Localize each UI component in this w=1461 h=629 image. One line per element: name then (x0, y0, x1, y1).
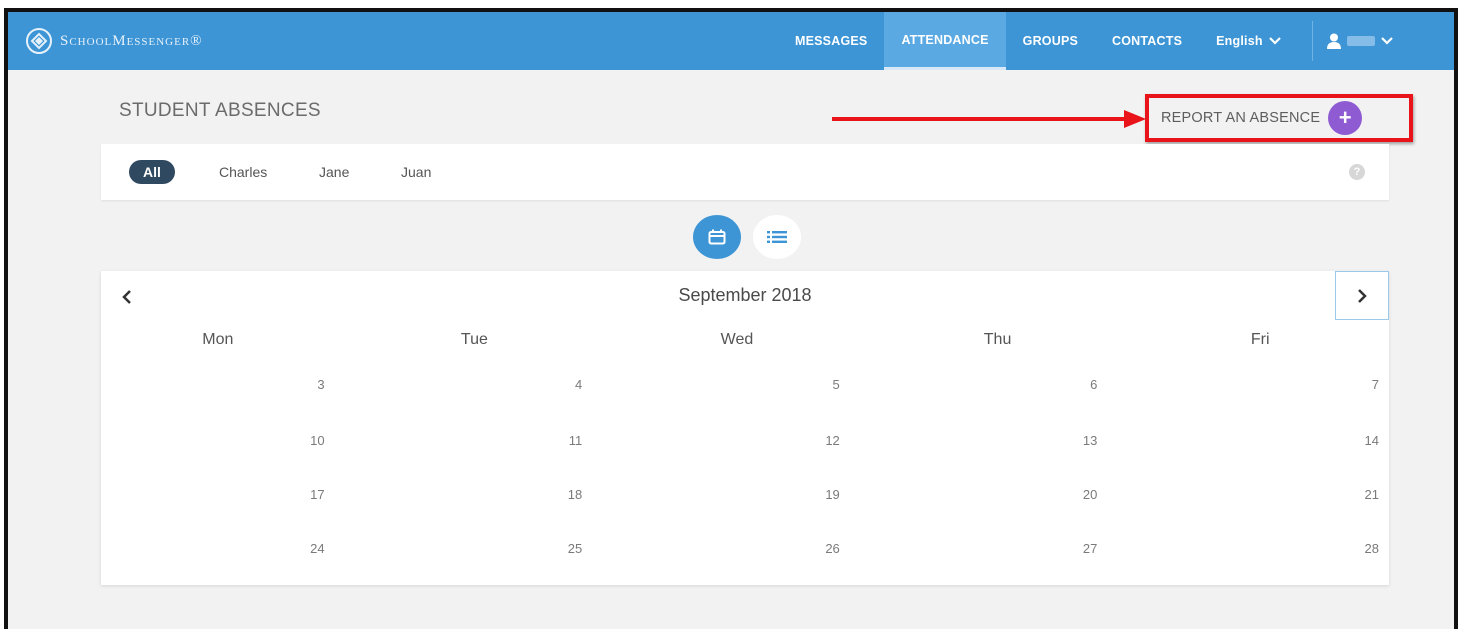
nav-contacts[interactable]: CONTACTS (1095, 12, 1199, 70)
calendar-day[interactable]: 18 (359, 487, 617, 502)
annotation-arrow-icon (832, 110, 1146, 128)
schoolmessenger-logo-icon (26, 28, 52, 54)
calendar-icon (708, 229, 726, 245)
weekday-label: Tue (460, 331, 488, 348)
calendar-day[interactable]: 4 (359, 377, 617, 392)
nav-groups[interactable]: GROUPS (1006, 12, 1095, 70)
calendar-day[interactable]: 20 (874, 487, 1132, 502)
user-name-redacted (1346, 36, 1375, 46)
nav-attendance[interactable]: ATTENDANCE (884, 12, 1006, 70)
chevron-right-icon (1358, 288, 1367, 303)
calendar-day[interactable]: 21 (1131, 487, 1389, 502)
student-filter-bar: All Charles Jane Juan ? (101, 144, 1389, 200)
calendar-day[interactable]: 7 (1131, 377, 1389, 392)
nav-messages[interactable]: MESSAGES (778, 12, 884, 70)
chevron-down-icon (1380, 37, 1393, 45)
calendar-day[interactable]: 17 (101, 487, 359, 502)
calendar-day[interactable]: 24 (101, 541, 359, 556)
calendar-day[interactable]: 13 (874, 433, 1132, 448)
report-absence-label: REPORT AN ABSENCE (1161, 110, 1321, 126)
chevron-down-icon (1268, 37, 1281, 45)
calendar-week-row: 10 11 12 13 14 (101, 433, 1389, 448)
calendar-day[interactable]: 19 (616, 487, 874, 502)
weekday-label: Mon (202, 331, 234, 348)
top-navigation: SchoolMessenger® MESSAGES ATTENDANCE GRO… (8, 12, 1454, 70)
brand-name: SchoolMessenger® (60, 32, 203, 49)
list-view-button[interactable] (753, 215, 801, 259)
calendar-day[interactable]: 5 (616, 377, 874, 392)
calendar-day[interactable]: 14 (1131, 433, 1389, 448)
page-title: STUDENT ABSENCES (119, 100, 321, 121)
help-icon[interactable]: ? (1349, 164, 1365, 180)
user-icon (1326, 33, 1341, 49)
calendar-day[interactable]: 25 (359, 541, 617, 556)
calendar-day[interactable]: 27 (874, 541, 1132, 556)
user-menu[interactable] (1326, 12, 1393, 70)
calendar-day[interactable]: 26 (616, 541, 874, 556)
weekday-label: Fri (1250, 331, 1270, 348)
filter-charles[interactable]: Charles (205, 160, 281, 184)
next-month-button[interactable] (1335, 271, 1389, 320)
calendar-day[interactable]: 3 (101, 377, 359, 392)
calendar-week-row: 24 25 26 27 28 (101, 541, 1389, 556)
calendar-day[interactable]: 12 (616, 433, 874, 448)
calendar-day[interactable]: 10 (101, 433, 359, 448)
language-label: English (1216, 34, 1263, 48)
brand[interactable]: SchoolMessenger® (26, 28, 203, 54)
calendar-view-button[interactable] (693, 215, 741, 259)
weekday-label: Wed (720, 331, 754, 348)
weekday-label: Thu (983, 331, 1012, 348)
app-frame: SchoolMessenger® MESSAGES ATTENDANCE GRO… (4, 8, 1458, 629)
filter-juan[interactable]: Juan (387, 160, 445, 184)
calendar-month-title: September 2018 (678, 285, 812, 305)
filter-jane[interactable]: Jane (305, 160, 363, 184)
nav-divider (1311, 21, 1313, 61)
calendar-day[interactable]: 28 (1131, 541, 1389, 556)
plus-icon[interactable]: + (1328, 101, 1363, 135)
nav-menu: MESSAGES ATTENDANCE GROUPS CONTACTS Engl… (778, 12, 1393, 70)
calendar-week-row: 17 18 19 20 21 (101, 487, 1389, 502)
list-icon (767, 231, 787, 243)
weekday-header: Mon Tue Wed Thu Fri (101, 331, 1389, 349)
calendar-week-row: 3 4 5 6 7 (101, 377, 1389, 392)
report-absence-button[interactable]: REPORT AN ABSENCE + (1145, 94, 1413, 142)
filter-all[interactable]: All (129, 160, 175, 184)
calendar-day[interactable]: 11 (359, 433, 617, 448)
calendar-day[interactable]: 6 (874, 377, 1132, 392)
calendar: September 2018 Mon Tue Wed Thu Fri 3 4 5… (101, 271, 1389, 585)
language-selector[interactable]: English (1199, 12, 1298, 70)
